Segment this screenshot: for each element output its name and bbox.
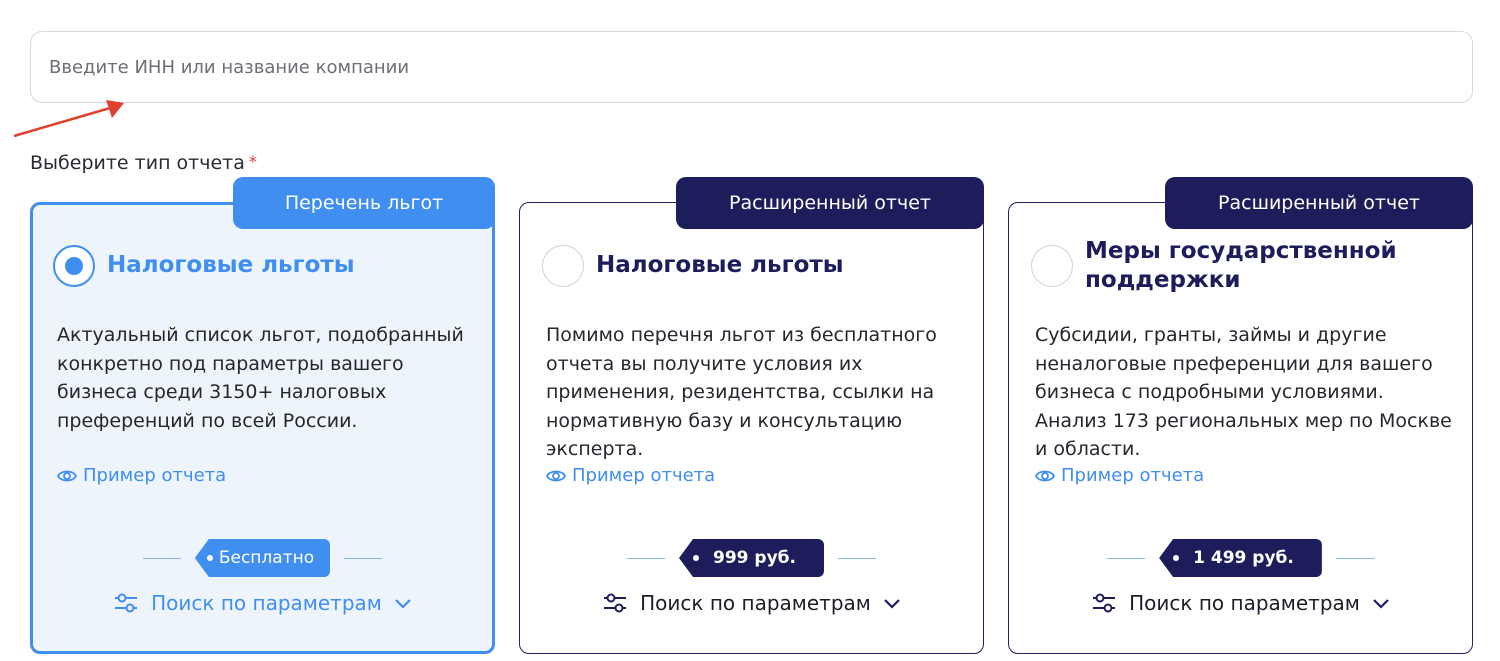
tag-hole	[1173, 555, 1180, 561]
sliders-icon	[115, 593, 138, 613]
divider-line	[627, 557, 665, 559]
required-mark: *	[248, 152, 257, 171]
card-title: Налоговые льготы	[596, 252, 844, 278]
report-type-label-text: Выберите тип отчета	[30, 152, 245, 174]
parameter-search-label: Поиск по параметрам	[151, 591, 382, 615]
company-search-field[interactable]	[30, 31, 1473, 103]
tag-hole	[206, 555, 213, 561]
report-card-extended-tax-benefits[interactable]: Расширенный отчет Налоговые льготы Помим…	[519, 177, 984, 654]
price-row: 999 руб.	[520, 539, 983, 577]
eye-icon	[546, 470, 566, 481]
eye-icon	[57, 470, 77, 481]
price-row: Бесплатно	[33, 539, 492, 577]
radio-button[interactable]	[53, 245, 95, 287]
card-tag: Расширенный отчет	[676, 177, 984, 229]
report-card-government-support[interactable]: Расширенный отчет Меры государственной п…	[1008, 177, 1473, 654]
example-report-link-label: Пример отчета	[572, 465, 716, 486]
divider-line	[344, 557, 383, 559]
price-label: 1 499 руб.	[1193, 548, 1294, 568]
radio-button[interactable]	[1031, 245, 1073, 287]
report-type-label: Выберите тип отчета *	[30, 152, 257, 174]
example-report-link-label: Пример отчета	[1061, 465, 1205, 486]
eye-icon	[1035, 470, 1055, 481]
card-description: Субсидии, гранты, займы и другие неналог…	[1035, 324, 1452, 460]
radio-selected-dot	[65, 257, 83, 275]
price-badge: Бесплатно	[194, 539, 331, 577]
tag-hole	[693, 555, 699, 561]
report-card-free-tax-benefits[interactable]: Перечень льгот Налоговые льготы Актуальн…	[30, 177, 495, 654]
sliders-icon	[604, 593, 627, 613]
annotation-arrow-icon	[13, 100, 124, 138]
chevron-down-icon	[1373, 599, 1389, 609]
card-description: Актуальный список льгот, подобранный кон…	[57, 324, 464, 432]
price-label: 999 руб.	[713, 548, 796, 568]
parameter-search-label: Поиск по параметрам	[1129, 591, 1360, 615]
chevron-down-icon	[884, 599, 900, 609]
example-report-link[interactable]: Пример отчета	[546, 465, 715, 486]
parameter-search-toggle[interactable]: Поиск по параметрам	[1009, 591, 1472, 615]
parameter-search-label: Поиск по параметрам	[640, 591, 871, 615]
price-row: 1 499 руб.	[1009, 539, 1472, 577]
price-label: Бесплатно	[218, 548, 315, 568]
parameter-search-toggle[interactable]: Поиск по параметрам	[520, 591, 983, 615]
sliders-icon	[1093, 593, 1116, 613]
divider-line	[1335, 557, 1374, 559]
divider-line	[837, 557, 876, 559]
company-search-input[interactable]	[49, 56, 1472, 78]
card-title: Налоговые льготы	[107, 252, 355, 278]
divider-line	[142, 557, 181, 559]
example-report-link[interactable]: Пример отчета	[1035, 465, 1204, 486]
radio-button[interactable]	[542, 245, 584, 287]
chevron-down-icon	[395, 599, 411, 609]
example-report-link-label: Пример отчета	[83, 465, 227, 486]
card-description: Помимо перечня льгот из бесплатного отче…	[546, 324, 937, 460]
divider-line	[1107, 557, 1146, 559]
parameter-search-toggle[interactable]: Поиск по параметрам	[33, 591, 492, 615]
card-tag: Перечень льгот	[233, 177, 495, 229]
example-report-link[interactable]: Пример отчета	[57, 465, 226, 486]
price-badge: 999 руб.	[679, 539, 824, 577]
price-badge: 1 499 руб.	[1159, 539, 1322, 577]
card-tag: Расширенный отчет	[1165, 177, 1473, 229]
card-title: Меры государственной поддержки	[1085, 238, 1397, 293]
